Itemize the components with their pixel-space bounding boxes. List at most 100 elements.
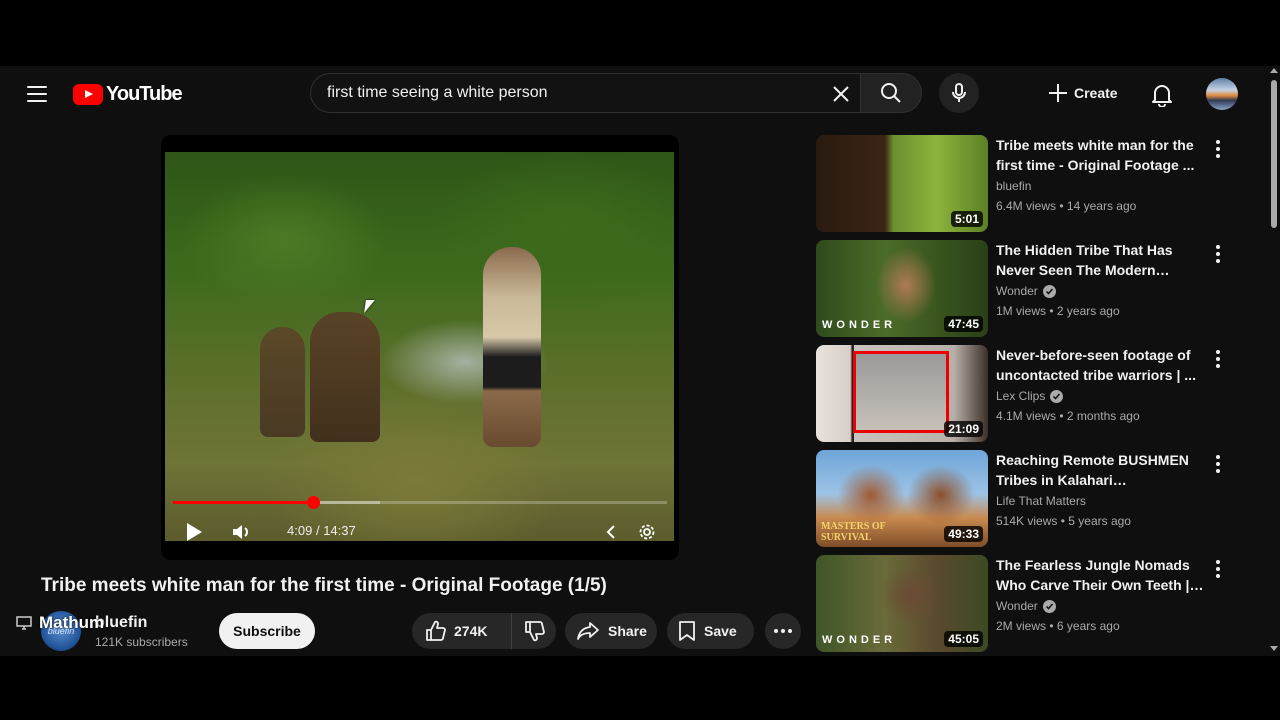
recommendation-item[interactable]: MASTERS OF SURVIVAL 49:33 Reaching Remot… [816,450,1236,550]
recommendation-title[interactable]: Never-before-seen footage of uncontacted… [996,345,1204,385]
verified-icon [1042,284,1056,298]
recommendation-channel[interactable]: Wonder [996,284,1056,298]
scroll-down-arrow-icon[interactable] [1270,646,1278,651]
meta-separator: • [1059,199,1064,213]
view-count: 514K views [996,514,1058,528]
verified-icon [1042,599,1056,613]
search-button[interactable] [860,73,922,113]
duration-badge: 45:05 [944,631,983,647]
duration-badge: 21:09 [944,421,983,437]
more-options-icon[interactable] [1210,244,1226,264]
recommendation-meta: 514K views • 5 years ago [996,514,1131,528]
menu-icon[interactable] [22,80,52,108]
more-actions-button[interactable] [765,613,801,649]
cast-icon[interactable] [16,616,32,630]
video-thumbnail[interactable]: 5:01 [816,135,988,232]
meta-separator: • [1049,619,1054,633]
search-input[interactable] [327,74,817,112]
account-avatar[interactable] [1206,78,1238,110]
share-label: Share [608,623,647,639]
play-button[interactable] [181,519,207,545]
play-icon [187,523,202,541]
top-bar: YouTube Create [0,66,1268,122]
time-display: 4:09 / 14:37 [287,523,356,538]
channel-name: Wonder [996,599,1038,613]
video-figure [260,327,305,437]
owner-row: bluefin Mathum bluefin 121K subscribers … [16,609,816,655]
more-options-icon[interactable] [1210,349,1226,369]
recommendation-channel[interactable]: bluefin [996,179,1031,193]
verified-icon [1050,389,1064,403]
recommendation-channel[interactable]: Life That Matters [996,494,1086,508]
recommendation-channel[interactable]: Wonder [996,599,1056,613]
dislike-button[interactable] [512,613,556,649]
chevron-left-icon [606,525,615,539]
recommendation-item[interactable]: WONDER 47:45 The Hidden Tribe That Has N… [816,240,1236,340]
subscriber-count: 121K subscribers [95,635,188,649]
recommendation-meta: 2M views • 6 years ago [996,619,1120,633]
channel-name: Life That Matters [996,494,1086,508]
save-button[interactable]: Save [667,613,754,649]
upload-age: 14 years ago [1066,199,1137,213]
duration-badge: 5:01 [950,211,983,227]
like-button[interactable]: 274K [412,613,512,649]
close-icon [833,86,849,102]
settings-button[interactable] [634,519,660,545]
create-label: Create [1074,85,1118,101]
recommendation-item[interactable]: WONDER 45:05 The Fearless Jungle Nomads … [816,555,1236,655]
scrollbar-thumb[interactable] [1271,80,1277,228]
meta-separator: • [1049,304,1054,318]
recommendation-item[interactable]: 5:01 Tribe meets white man for the first… [816,135,1236,235]
subscribe-button[interactable]: Subscribe [219,613,315,649]
more-options-icon[interactable] [1210,454,1226,474]
video-figure [310,312,380,442]
plus-icon [1049,84,1067,102]
thumbnail-watermark: WONDER [822,634,897,646]
more-horizontal-icon [774,629,792,633]
create-button[interactable]: Create [1036,73,1130,113]
recommendation-channel[interactable]: Lex Clips [996,389,1064,403]
notifications-button[interactable] [1142,75,1182,115]
recommendation-meta: 1M views • 2 years ago [996,304,1120,318]
chapter-back-button[interactable] [599,519,623,545]
recommendation-title[interactable]: Reaching Remote BUSHMEN Tribes in Kalaha… [996,450,1204,490]
progress-played [173,501,314,504]
youtube-app: YouTube Create [0,66,1280,656]
total-time: 14:37 [323,523,356,538]
more-options-icon[interactable] [1210,139,1226,159]
view-count: 4.1M views [996,409,1057,423]
video-player[interactable]: 4:09 / 14:37 [161,135,679,560]
page-scrollbar[interactable] [1268,66,1280,656]
recommendation-title[interactable]: Tribe meets white man for the first time… [996,135,1204,175]
gear-icon [639,524,655,540]
thumbs-down-icon [525,621,545,642]
voice-search-button[interactable] [939,73,979,113]
like-count: 274K [454,623,488,639]
recommendation-item[interactable]: 21:09 Never-before-seen footage of uncon… [816,345,1236,445]
channel-name: Lex Clips [996,389,1046,403]
video-figure [483,247,541,447]
clear-search-button[interactable] [820,77,862,111]
share-icon [577,622,599,640]
progress-bar[interactable] [173,496,667,509]
recommendation-title[interactable]: The Hidden Tribe That Has Never Seen The… [996,240,1204,280]
more-options-icon[interactable] [1210,559,1226,579]
channel-name: Wonder [996,284,1038,298]
recommendation-meta: 6.4M views • 14 years ago [996,199,1136,213]
video-thumbnail[interactable]: MASTERS OF SURVIVAL 49:33 [816,450,988,547]
volume-button[interactable] [229,519,255,545]
save-label: Save [704,623,737,639]
share-button[interactable]: Share [565,613,657,649]
mouse-cursor [364,300,375,313]
volume-icon [233,525,248,539]
view-count: 6.4M views [996,199,1057,213]
recommendation-title[interactable]: The Fearless Jungle Nomads Who Carve The… [996,555,1204,595]
youtube-logo[interactable]: YouTube [73,82,183,106]
video-thumbnail[interactable]: WONDER 47:45 [816,240,988,337]
duration-badge: 49:33 [944,526,983,542]
video-frame[interactable] [165,152,674,541]
video-thumbnail[interactable]: WONDER 45:05 [816,555,988,652]
scroll-up-arrow-icon[interactable] [1270,68,1278,73]
video-thumbnail[interactable]: 21:09 [816,345,988,442]
upload-age: 5 years ago [1068,514,1131,528]
